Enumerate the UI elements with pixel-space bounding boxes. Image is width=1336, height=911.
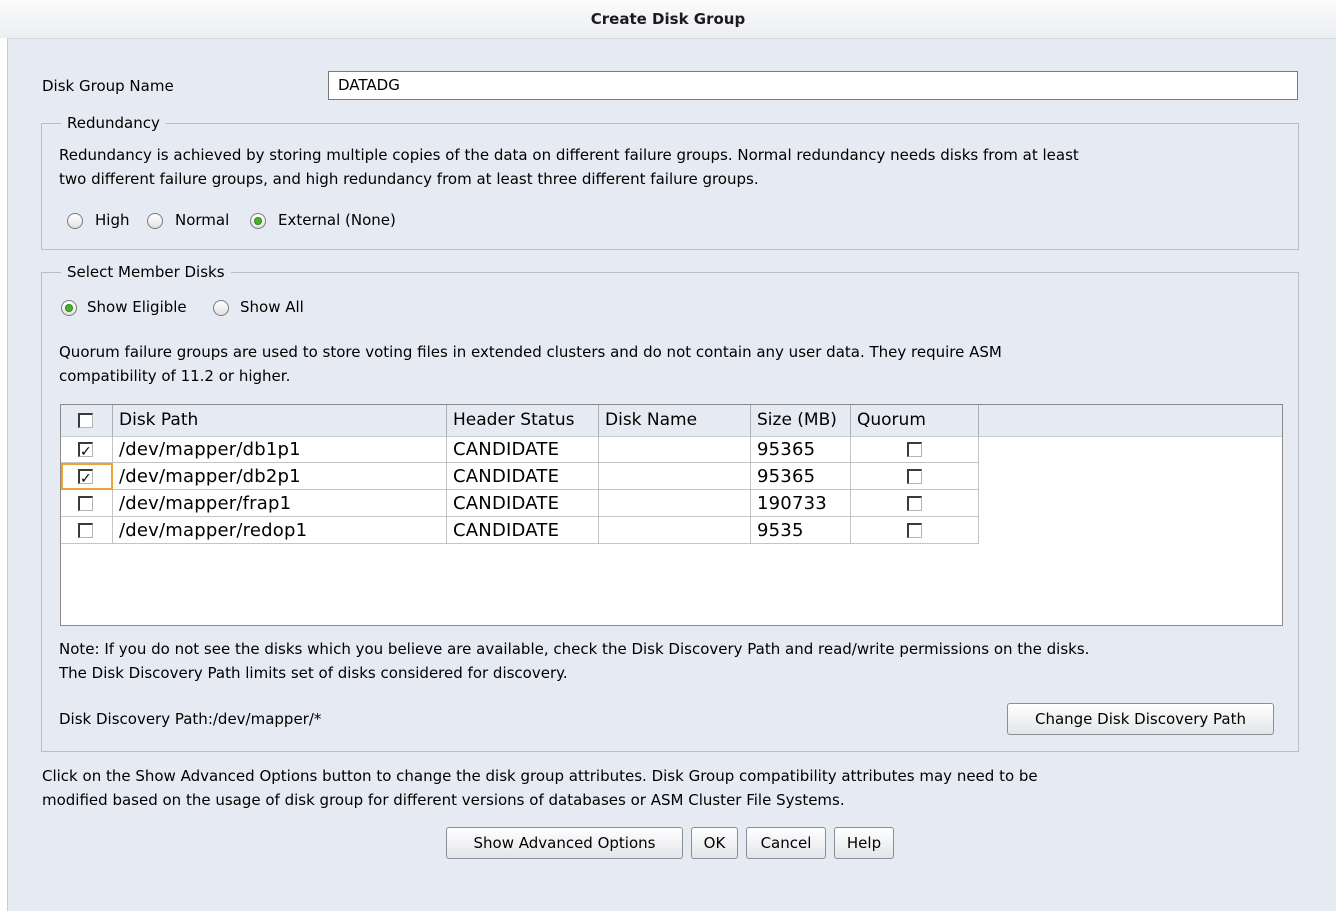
header-status-cell: CANDIDATE xyxy=(447,517,599,544)
disk-path-cell: /dev/mapper/frap1 xyxy=(113,490,447,517)
size-cell: 9535 xyxy=(751,517,851,544)
redundancy-high-radio[interactable] xyxy=(67,213,83,229)
header-status-cell: CANDIDATE xyxy=(447,490,599,517)
row-select-cell[interactable] xyxy=(61,490,113,517)
quorum-checkbox[interactable] xyxy=(907,523,922,538)
redundancy-normal-radio[interactable] xyxy=(147,213,163,229)
row-select-cell[interactable] xyxy=(61,517,113,544)
disk-name-cell xyxy=(599,517,751,544)
row-select-checkbox[interactable] xyxy=(78,523,93,538)
redundancy-high-label[interactable]: High xyxy=(95,211,129,229)
size-cell: 95365 xyxy=(751,463,851,490)
table-row[interactable]: /dev/mapper/db1p1 CANDIDATE 95365 xyxy=(61,436,979,466)
quorum-cell[interactable] xyxy=(851,436,979,463)
column-disk-name[interactable]: Disk Name xyxy=(599,405,751,436)
column-header-status[interactable]: Header Status xyxy=(447,405,599,436)
column-disk-path[interactable]: Disk Path xyxy=(113,405,447,436)
table-row[interactable]: /dev/mapper/frap1 CANDIDATE 190733 xyxy=(61,490,979,517)
quorum-cell[interactable] xyxy=(851,490,979,517)
disk-path-cell: /dev/mapper/db2p1 xyxy=(113,463,447,490)
ok-button[interactable]: OK xyxy=(691,827,738,859)
row-select-cell[interactable] xyxy=(61,436,113,466)
advanced-note-line2: modified based on the usage of disk grou… xyxy=(42,791,845,809)
disk-path-cell: /dev/mapper/db1p1 xyxy=(113,436,447,463)
advanced-note-line1: Click on the Show Advanced Options butto… xyxy=(42,767,1038,785)
discovery-note-line2: The Disk Discovery Path limits set of di… xyxy=(59,664,568,682)
window-left-border xyxy=(0,38,8,911)
discovery-path-label: Disk Discovery Path:/dev/mapper/* xyxy=(59,710,322,728)
table-row[interactable]: /dev/mapper/redop1 CANDIDATE 9535 xyxy=(61,517,979,544)
disk-group-name-label: Disk Group Name xyxy=(42,77,174,95)
quorum-cell[interactable] xyxy=(851,517,979,544)
row-select-checkbox[interactable] xyxy=(78,466,93,493)
show-all-label[interactable]: Show All xyxy=(240,298,304,316)
disk-table[interactable]: Disk Path Header Status Disk Name Size (… xyxy=(60,404,1283,626)
table-row[interactable]: /dev/mapper/db2p1 CANDIDATE 95365 xyxy=(61,463,979,493)
select-all-cell[interactable] xyxy=(61,405,113,436)
row-select-cell[interactable] xyxy=(61,463,113,493)
disk-name-cell xyxy=(599,436,751,463)
redundancy-description-line1: Redundancy is achieved by storing multip… xyxy=(59,146,1079,164)
quorum-checkbox[interactable] xyxy=(907,496,922,511)
row-select-checkbox[interactable] xyxy=(78,439,93,466)
member-disks-legend: Select Member Disks xyxy=(61,263,231,281)
show-advanced-options-button[interactable]: Show Advanced Options xyxy=(446,827,683,859)
disk-name-cell xyxy=(599,463,751,490)
quorum-note-line2: compatibility of 11.2 or higher. xyxy=(59,367,291,385)
select-all-checkbox[interactable] xyxy=(78,413,93,428)
disk-name-cell xyxy=(599,490,751,517)
redundancy-normal-label[interactable]: Normal xyxy=(175,211,229,229)
cancel-button[interactable]: Cancel xyxy=(746,827,826,859)
disk-path-cell: /dev/mapper/redop1 xyxy=(113,517,447,544)
disk-table-header: Disk Path Header Status Disk Name Size (… xyxy=(61,405,1282,437)
quorum-checkbox[interactable] xyxy=(907,442,922,457)
show-all-radio[interactable] xyxy=(213,300,229,316)
row-select-checkbox[interactable] xyxy=(78,496,93,511)
show-eligible-radio[interactable] xyxy=(61,300,77,316)
discovery-note-line1: Note: If you do not see the disks which … xyxy=(59,640,1090,658)
size-cell: 190733 xyxy=(751,490,851,517)
quorum-note-line1: Quorum failure groups are used to store … xyxy=(59,343,1002,361)
redundancy-legend: Redundancy xyxy=(61,114,166,132)
size-cell: 95365 xyxy=(751,436,851,463)
redundancy-external-radio[interactable] xyxy=(250,213,266,229)
header-status-cell: CANDIDATE xyxy=(447,463,599,490)
help-button[interactable]: Help xyxy=(834,827,894,859)
quorum-checkbox[interactable] xyxy=(907,469,922,484)
quorum-cell[interactable] xyxy=(851,463,979,490)
disk-group-name-input[interactable]: DATADG xyxy=(328,71,1298,100)
change-discovery-path-button[interactable]: Change Disk Discovery Path xyxy=(1007,703,1274,735)
show-eligible-label[interactable]: Show Eligible xyxy=(87,298,187,316)
redundancy-description-line2: two different failure groups, and high r… xyxy=(59,170,759,188)
column-size[interactable]: Size (MB) xyxy=(751,405,851,436)
header-status-cell: CANDIDATE xyxy=(447,436,599,463)
redundancy-external-label[interactable]: External (None) xyxy=(278,211,396,229)
window-title: Create Disk Group xyxy=(0,0,1336,39)
column-quorum[interactable]: Quorum xyxy=(851,405,979,436)
